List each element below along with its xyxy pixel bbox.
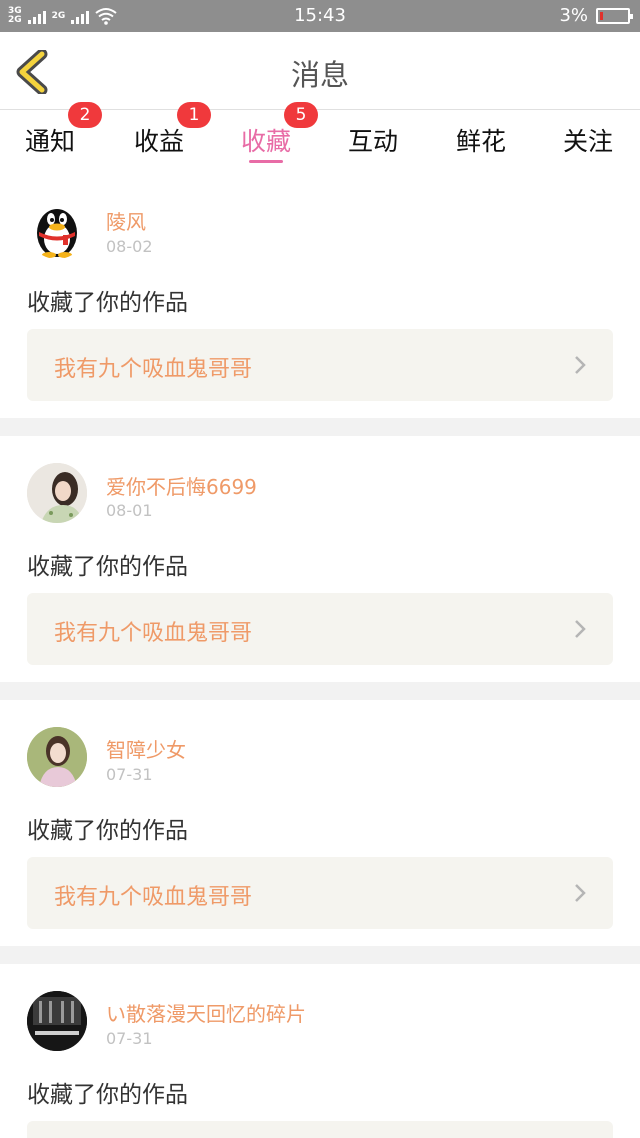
avatar-photo-icon (27, 463, 87, 523)
tab-interactions[interactable]: 互动 (323, 111, 423, 171)
timestamp: 08-01 (106, 501, 153, 520)
tab-notifications[interactable]: 通知 2 (0, 102, 102, 171)
tab-label: 关注 (562, 127, 613, 156)
work-title: 我有九个吸血鬼哥哥 (54, 357, 253, 382)
tab-bar: 通知 2 收益 1 收藏 5 互动 鲜花 关注 (0, 102, 640, 171)
tab-badge: 1 (177, 102, 211, 128)
list-item: 爱你不后悔6699 08-01 收藏了你的作品 我有九个吸血鬼哥哥 (0, 436, 640, 682)
chevron-right-icon (575, 356, 586, 374)
tab-label: 收益 (133, 127, 184, 156)
timestamp: 07-31 (106, 765, 153, 784)
tab-label: 通知 (24, 127, 75, 156)
timestamp: 07-31 (106, 1029, 153, 1048)
work-link[interactable]: 我有九个吸血鬼哥哥 (27, 329, 613, 401)
girl-photo-avatar[interactable] (27, 463, 87, 523)
nav-bar: 消息 (0, 32, 640, 110)
work-title: 我有九个吸血鬼哥哥 (54, 621, 253, 646)
work-link[interactable]: 我有九个吸血鬼哥哥 (27, 857, 613, 929)
action-text: 收藏了你的作品 (27, 290, 188, 316)
work-link[interactable] (27, 1121, 613, 1138)
active-tab-indicator (249, 160, 283, 163)
action-text: 收藏了你的作品 (27, 554, 188, 580)
tab-flowers[interactable]: 鲜花 (431, 111, 531, 171)
action-text: 收藏了你的作品 (27, 818, 188, 844)
list-item: 智障少女 07-31 收藏了你的作品 我有九个吸血鬼哥哥 (0, 700, 640, 946)
chevron-right-icon (575, 620, 586, 638)
chevron-right-icon (575, 884, 586, 902)
work-link[interactable]: 我有九个吸血鬼哥哥 (27, 593, 613, 665)
tab-badge: 5 (284, 102, 318, 128)
tab-earnings[interactable]: 收益 1 (109, 102, 211, 171)
divider (0, 682, 640, 700)
tab-badge: 2 (68, 102, 102, 128)
status-bar: 3G 2G 2G 15:43 3% (0, 0, 640, 32)
page-title: 消息 (290, 58, 349, 92)
username[interactable]: い散落漫天回忆的碎片 (106, 998, 306, 1027)
tab-label: 收藏 (240, 127, 291, 156)
penguin-avatar[interactable] (27, 199, 87, 259)
dark-photo-avatar[interactable] (27, 991, 87, 1051)
battery-area: 3% (559, 5, 633, 26)
battery-percent: 3% (559, 5, 588, 26)
tab-follows[interactable]: 关注 (538, 111, 638, 171)
username[interactable]: 智障少女 (106, 734, 186, 763)
timestamp: 08-02 (106, 237, 153, 256)
tab-label: 鲜花 (455, 127, 506, 156)
divider (0, 418, 640, 436)
work-title: 我有九个吸血鬼哥哥 (54, 885, 253, 910)
penguin-icon (37, 209, 77, 258)
action-text: 收藏了你的作品 (27, 1082, 188, 1108)
divider (0, 946, 640, 964)
tab-label: 互动 (347, 127, 398, 156)
list-item: い散落漫天回忆的碎片 07-31 收藏了你的作品 (0, 964, 640, 1138)
avatar-photo-icon (27, 727, 87, 787)
clock: 15:43 (294, 5, 346, 26)
girl-photo-avatar[interactable] (27, 727, 87, 787)
avatar-photo-icon (27, 991, 87, 1051)
list-item: 陵风 08-02 收藏了你的作品 我有九个吸血鬼哥哥 (0, 171, 640, 418)
username[interactable]: 爱你不后悔6699 (106, 471, 257, 500)
username[interactable]: 陵风 (106, 206, 146, 235)
battery-icon (596, 7, 633, 24)
tab-favorites[interactable]: 收藏 5 (216, 102, 318, 171)
